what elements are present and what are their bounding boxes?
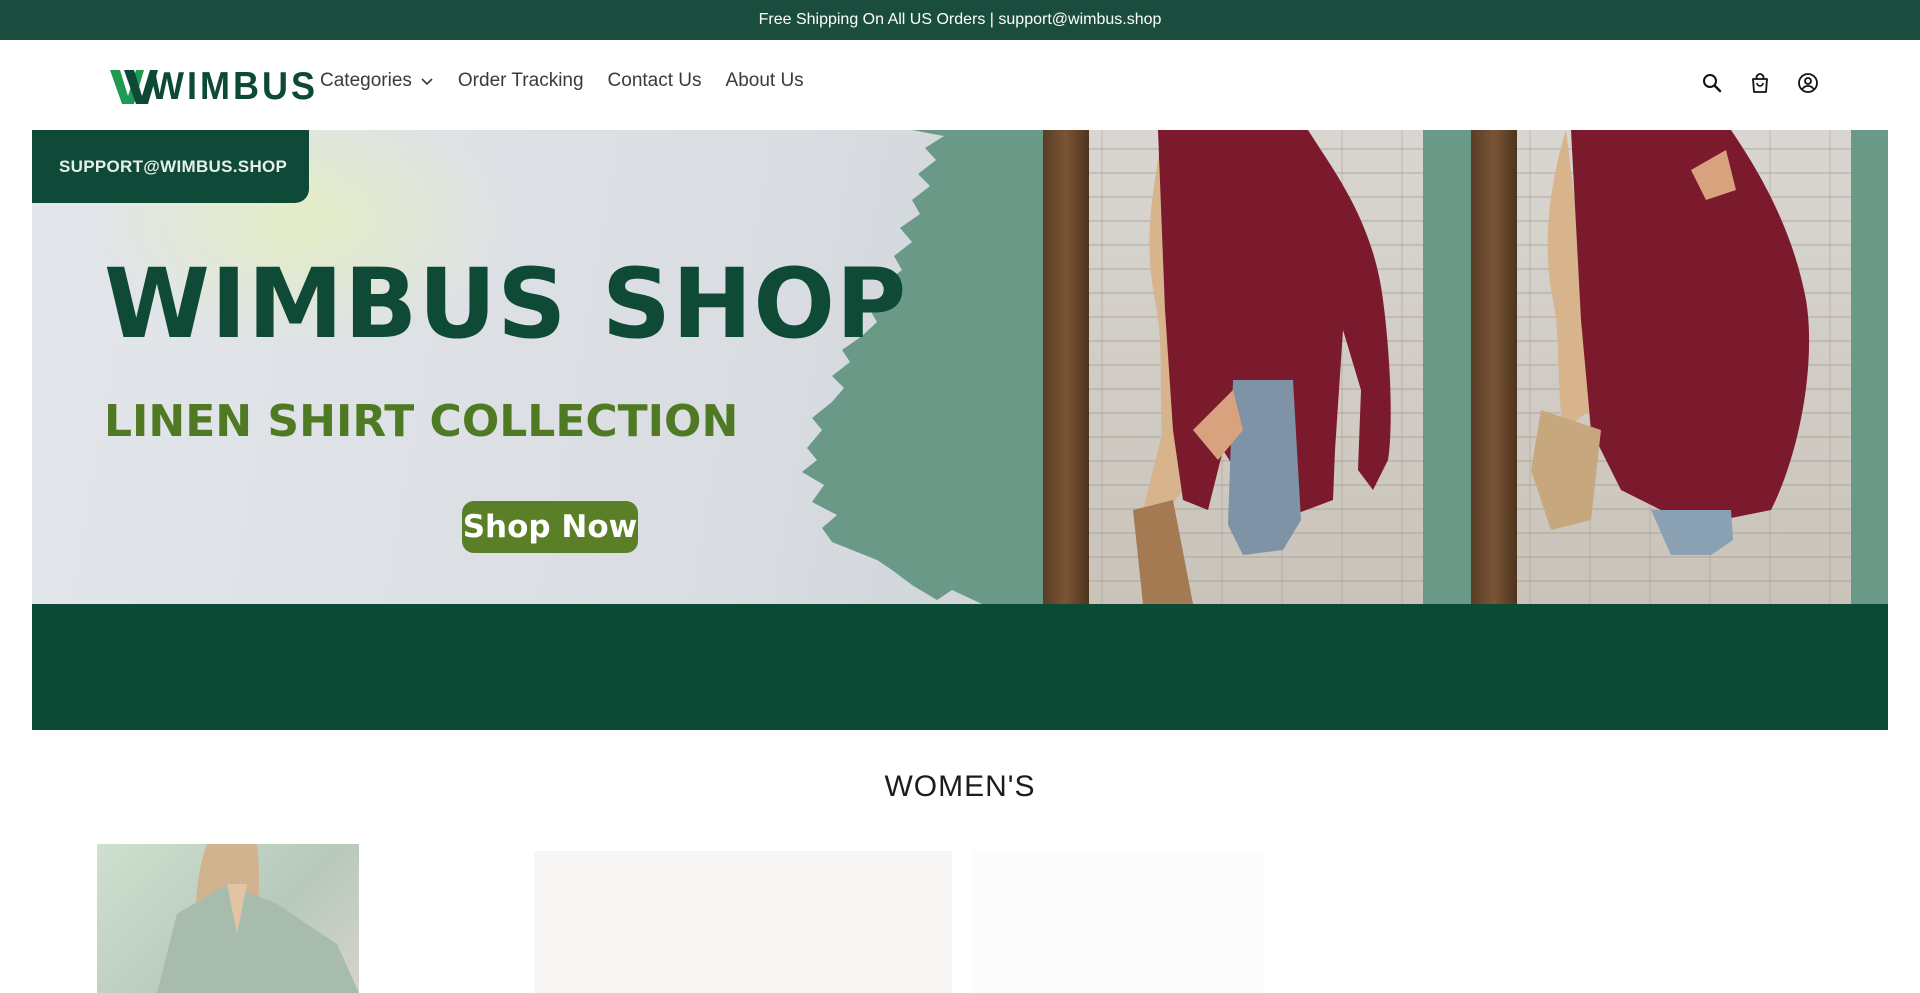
nav-categories-label: Categories	[320, 70, 412, 91]
product-card-2[interactable]	[534, 851, 952, 993]
nav-order-tracking[interactable]: Order Tracking	[458, 70, 584, 92]
nav-about-us-label: About Us	[725, 70, 804, 91]
main-nav: Categories Order Tracking Contact Us Abo…	[320, 70, 804, 92]
cart-button[interactable]	[1748, 71, 1772, 95]
hero-title: WIMBUS SHOP	[104, 248, 908, 360]
model-photo-2	[1471, 130, 1851, 604]
nav-order-tracking-label: Order Tracking	[457, 70, 584, 91]
nav-categories[interactable]: Categories	[320, 70, 434, 92]
shop-now-button[interactable]: Shop Now	[462, 501, 638, 553]
search-icon	[1703, 74, 1722, 93]
nav-contact-us[interactable]: Contact Us	[608, 70, 702, 92]
support-email-tab: SUPPORT@WIMBUS.SHOP	[32, 130, 309, 203]
nav-about-us[interactable]: About Us	[726, 70, 804, 92]
search-button[interactable]	[1700, 71, 1724, 95]
hero-section: SUPPORT@WIMBUS.SHOP WIMBUS SHOP LINEN SH…	[32, 130, 1888, 730]
nav-contact-us-label: Contact Us	[607, 70, 702, 91]
product-card-3[interactable]	[972, 851, 1264, 993]
model-figure-2	[1531, 130, 1810, 555]
hero-subtitle: LINEN SHIRT COLLECTION	[104, 396, 739, 447]
announcement-text: Free Shipping On All US Orders | support…	[758, 11, 1162, 28]
model-photo-1	[1043, 130, 1423, 604]
logo-text: WIMBUS	[150, 63, 318, 108]
account-icon	[1798, 73, 1818, 93]
hero-banner[interactable]: SUPPORT@WIMBUS.SHOP WIMBUS SHOP LINEN SH…	[32, 130, 1888, 604]
site-header: WIMBUS Categories Order Tracking Contact…	[0, 40, 1920, 130]
header-icons	[1700, 71, 1820, 95]
product-card-1[interactable]	[97, 844, 359, 993]
account-button[interactable]	[1796, 71, 1820, 95]
product-image-1	[157, 844, 359, 993]
chevron-down-icon	[421, 78, 433, 86]
womens-section-title: WOMEN'S	[884, 770, 1036, 803]
model-figure-1	[1133, 130, 1391, 604]
announcement-bar: Free Shipping On All US Orders | support…	[0, 0, 1920, 40]
logo[interactable]: WIMBUS	[110, 63, 318, 108]
cart-icon	[1752, 73, 1768, 93]
